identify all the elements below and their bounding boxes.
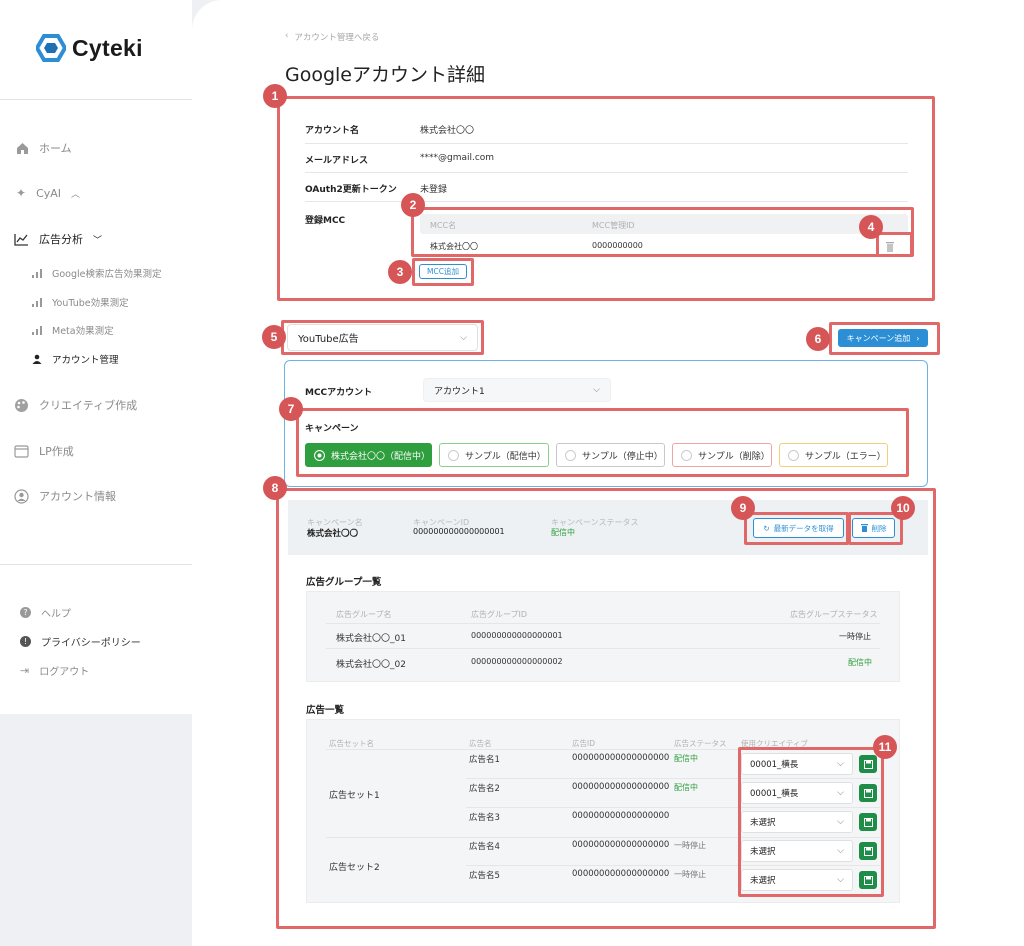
nav-creative[interactable]: クリエイティブ作成 (14, 397, 137, 413)
chevron-up-icon: ︿ (71, 189, 81, 200)
subnav-account[interactable]: アカウント管理 (32, 352, 119, 366)
home-icon (17, 142, 28, 154)
chevron-down-icon: ⌵ (593, 385, 600, 395)
footer-privacy[interactable]: ! プライバシーポリシー (20, 634, 141, 649)
footer-privacy-label: プライバシーポリシー (41, 638, 141, 649)
mcc-account-select-value: アカウント1 (434, 386, 485, 397)
footer-help-label: ヘルプ (41, 609, 71, 620)
info-icon: ! (20, 636, 31, 647)
cyteki-logo-icon (36, 34, 66, 62)
nav-cyai[interactable]: ✦ CyAI ︿ (16, 186, 80, 200)
footer-help[interactable]: ? ヘルプ (20, 605, 71, 620)
nav-home-label: ホーム (39, 142, 72, 155)
annotation-box-6 (829, 322, 940, 355)
subnav-meta-label: Meta効果測定 (52, 326, 114, 337)
marker-2: 2 (401, 193, 425, 217)
browser-icon (14, 444, 29, 458)
nav-lp-label: LP作成 (39, 445, 74, 458)
nav-account-info[interactable]: アカウント情報 (14, 488, 116, 504)
sidebar: Cyteki ホーム ✦ CyAI ︿ 広告分析 ﹀ Google検索広告効果測… (0, 0, 192, 714)
subnav-youtube-label: YouTube効果測定 (52, 298, 129, 309)
annotation-box-9 (744, 512, 849, 545)
nav-lp[interactable]: LP作成 (14, 443, 74, 459)
annotation-box-4 (876, 232, 913, 257)
palette-icon (15, 398, 28, 412)
user-circle-icon (14, 488, 29, 504)
back-link-label: アカウント管理へ戻る (294, 33, 380, 43)
annotation-box-1 (277, 96, 935, 301)
bar-chart-icon (32, 268, 42, 278)
marker-10: 10 (891, 496, 915, 520)
subnav-google-label: Google検索広告効果測定 (52, 269, 162, 280)
logout-icon: ⇥ (20, 664, 30, 677)
subnav-youtube[interactable]: YouTube効果測定 (32, 295, 129, 309)
annotation-box-7 (296, 408, 909, 477)
marker-1: 1 (263, 84, 287, 108)
marker-5: 5 (262, 325, 286, 349)
bar-chart-icon (32, 297, 42, 307)
help-icon: ? (20, 607, 31, 618)
marker-4: 4 (859, 215, 883, 239)
page-title: Googleアカウント詳細 (285, 64, 486, 86)
marker-3: 3 (388, 260, 412, 284)
annotation-box-5 (281, 320, 484, 355)
annotation-box-3 (412, 258, 474, 286)
trend-chart-icon (14, 233, 28, 246)
footer-logout[interactable]: ⇥ ログアウト (20, 663, 89, 678)
annotation-box-11 (738, 747, 884, 897)
subnav-account-label: アカウント管理 (52, 355, 119, 366)
nav-creative-label: クリエイティブ作成 (39, 399, 138, 412)
bar-chart-icon (32, 325, 42, 335)
subnav-google[interactable]: Google検索広告効果測定 (32, 266, 162, 280)
person-icon (32, 354, 42, 364)
marker-8: 8 (263, 476, 287, 500)
back-link[interactable]: ‹ アカウント管理へ戻る (285, 31, 379, 43)
marker-11: 11 (873, 735, 897, 759)
footer-logout-label: ログアウト (39, 667, 90, 678)
marker-9: 9 (731, 496, 755, 520)
nav-home[interactable]: ホーム (16, 140, 72, 156)
nav-ad-analysis[interactable]: 広告分析 ﹀ (14, 231, 102, 247)
chevron-down-icon: ﹀ (93, 235, 103, 246)
mcc-account-select[interactable]: アカウント1 ⌵ (423, 378, 611, 402)
nav-ad-analysis-label: 広告分析 (39, 233, 83, 246)
brand-logo[interactable]: Cyteki (36, 34, 143, 62)
sparkle-icon: ✦ (16, 186, 27, 200)
mcc-account-label: MCCアカウント (305, 388, 373, 398)
annotation-box-2 (411, 207, 914, 257)
nav-cyai-label: CyAI (36, 186, 62, 200)
chevron-left-icon: ‹ (285, 31, 289, 41)
brand-name: Cyteki (72, 34, 143, 61)
marker-6: 6 (806, 327, 830, 351)
nav-account-info-label: アカウント情報 (39, 490, 116, 503)
subnav-meta[interactable]: Meta効果測定 (32, 323, 114, 337)
marker-7: 7 (279, 397, 303, 421)
